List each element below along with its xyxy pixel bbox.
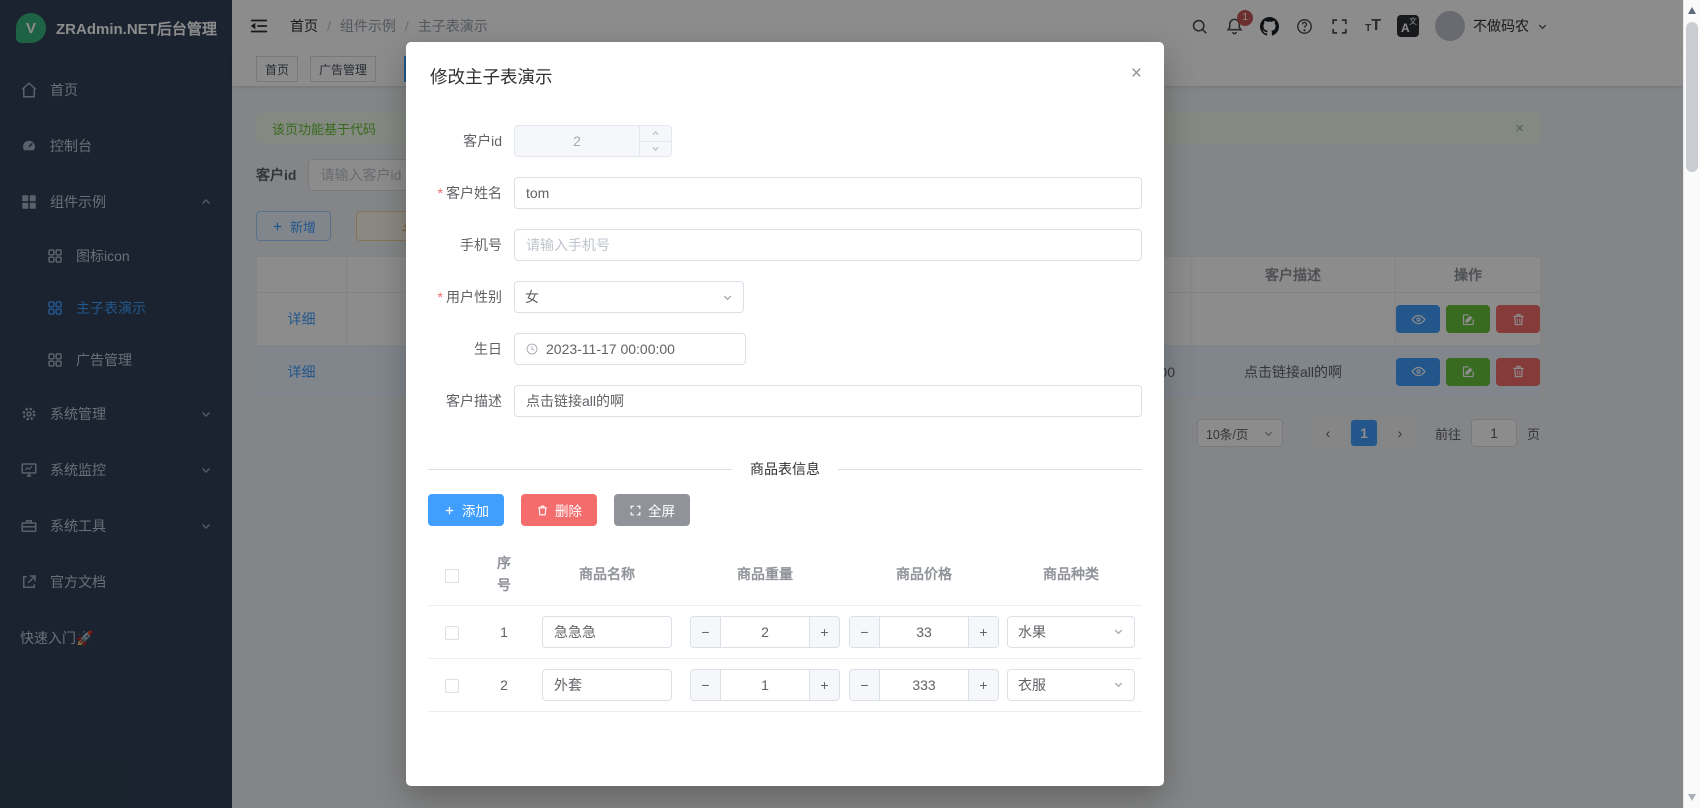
child-table-toolbar: 添加 删除 全屏: [428, 494, 1142, 526]
chevron-down-icon: [722, 292, 733, 303]
weight-value-input[interactable]: [721, 670, 809, 700]
row-index: 2: [476, 658, 532, 711]
field-label: 客户id: [428, 131, 502, 151]
goods-row: 2 − + − +: [428, 658, 1142, 711]
form-row-description: 客户描述: [428, 385, 1142, 417]
customer-id-input[interactable]: 2: [514, 125, 672, 157]
weight-value-input[interactable]: [721, 617, 809, 647]
form-row-gender: *用户性别 女: [428, 281, 1142, 313]
scrollbar-thumb[interactable]: [1686, 22, 1698, 172]
scrollbar[interactable]: [1683, 0, 1700, 808]
decrease-button[interactable]: [640, 142, 671, 157]
goods-price-stepper: − +: [849, 669, 999, 701]
chevron-up-icon: [651, 129, 660, 138]
chevron-down-icon: [1113, 626, 1124, 637]
fullscreen-icon: [629, 504, 642, 517]
increase-button[interactable]: [640, 126, 671, 142]
header-goods-category: 商品种类: [1000, 544, 1142, 605]
goods-category-select[interactable]: 水果: [1007, 616, 1135, 648]
goods-weight-stepper: − +: [690, 669, 840, 701]
increase-button[interactable]: +: [809, 617, 839, 647]
row-index: 1: [476, 605, 532, 658]
field-label: *用户性别: [428, 287, 502, 307]
section-divider: 商品表信息: [428, 459, 1142, 479]
row-checkbox[interactable]: [445, 679, 459, 693]
form-row-customer-id: 客户id 2: [428, 125, 1142, 157]
form-row-birthday: 生日 2023-11-17 00:00:00: [428, 333, 1142, 365]
scroll-down-arrow-icon[interactable]: [1688, 794, 1696, 801]
scroll-up-arrow-icon[interactable]: [1688, 7, 1696, 14]
header-goods-price: 商品价格: [848, 544, 1000, 605]
child-add-button[interactable]: 添加: [428, 494, 504, 526]
child-delete-button[interactable]: 删除: [521, 494, 597, 526]
increase-button[interactable]: +: [968, 670, 998, 700]
dialog-form: 客户id 2 *客户姓名 手机号 *用户性别: [428, 125, 1142, 417]
gender-select[interactable]: 女: [514, 281, 744, 313]
select-all-checkbox[interactable]: [445, 569, 459, 583]
close-icon[interactable]: ×: [1131, 64, 1142, 83]
header-index: 序号: [496, 552, 512, 597]
edit-dialog: 修改主子表演示 × 客户id 2 *客户姓名 手机号: [406, 42, 1164, 786]
decrease-button[interactable]: −: [691, 617, 721, 647]
field-label: 客户描述: [428, 391, 502, 411]
field-label: 手机号: [428, 235, 502, 255]
goods-row: 1 − + − +: [428, 605, 1142, 658]
goods-price-stepper: − +: [849, 616, 999, 648]
form-row-phone: 手机号: [428, 229, 1142, 261]
increase-button[interactable]: +: [968, 617, 998, 647]
goods-table: 序号 商品名称 商品重量 商品价格 商品种类 1 − +: [428, 544, 1142, 712]
price-value-input[interactable]: [880, 670, 968, 700]
plus-icon: [443, 504, 456, 517]
goods-header-row: 序号 商品名称 商品重量 商品价格 商品种类: [428, 544, 1142, 605]
field-label: 生日: [428, 339, 502, 359]
row-checkbox[interactable]: [445, 626, 459, 640]
birthday-date-input[interactable]: 2023-11-17 00:00:00: [514, 333, 746, 365]
goods-weight-stepper: − +: [690, 616, 840, 648]
increase-button[interactable]: +: [809, 670, 839, 700]
description-input[interactable]: [514, 385, 1142, 417]
chevron-down-icon: [651, 144, 660, 153]
goods-name-input[interactable]: [542, 616, 672, 648]
trash-icon: [536, 504, 549, 517]
child-fullscreen-button[interactable]: 全屏: [614, 494, 690, 526]
price-value-input[interactable]: [880, 617, 968, 647]
divider-title: 商品表信息: [750, 459, 820, 479]
dialog-title: 修改主子表演示: [428, 64, 553, 89]
chevron-down-icon: [1113, 679, 1124, 690]
goods-category-select[interactable]: 衣服: [1007, 669, 1135, 701]
goods-name-input[interactable]: [542, 669, 672, 701]
decrease-button[interactable]: −: [691, 670, 721, 700]
decrease-button[interactable]: −: [850, 670, 880, 700]
clock-icon: [525, 342, 539, 356]
phone-input[interactable]: [514, 229, 1142, 261]
customer-name-input[interactable]: [514, 177, 1142, 209]
form-row-customer-name: *客户姓名: [428, 177, 1142, 209]
dialog-header: 修改主子表演示 ×: [428, 64, 1142, 89]
decrease-button[interactable]: −: [850, 617, 880, 647]
header-goods-name: 商品名称: [532, 544, 682, 605]
field-label: *客户姓名: [428, 183, 502, 203]
screen: V ZRAdmin.NET后台管理 首页 控制台 组件示例: [0, 0, 1700, 808]
header-goods-weight: 商品重量: [682, 544, 848, 605]
